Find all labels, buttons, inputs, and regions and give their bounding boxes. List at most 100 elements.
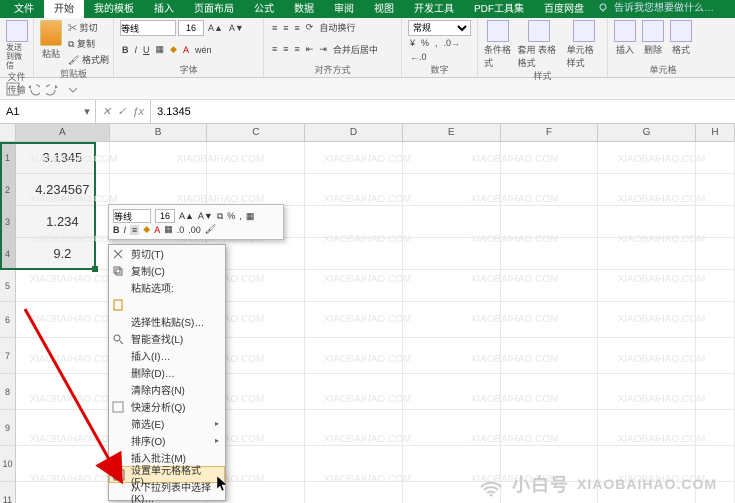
row-header[interactable]: 6 [0,302,16,338]
align-right-button[interactable]: ≡ [293,43,302,55]
cell[interactable] [501,142,599,174]
mini-font-size[interactable] [155,209,175,223]
cell[interactable] [305,482,403,503]
tab-file[interactable]: 文件 [4,0,44,18]
cell[interactable] [598,238,696,270]
cell[interactable] [207,142,305,174]
cell[interactable] [403,142,501,174]
cell[interactable] [403,374,501,410]
qat-more-icon[interactable] [66,82,80,96]
tab-data[interactable]: 数据 [284,0,324,18]
row-header[interactable]: 5 [0,270,16,302]
col-header[interactable]: B [110,124,208,142]
cell-style-button[interactable]: 单元格样式 [567,20,601,69]
cell[interactable] [696,338,735,374]
menu-sort[interactable]: 排序(O)▸ [109,432,225,449]
cell[interactable] [305,142,403,174]
cell[interactable] [598,302,696,338]
tab-view[interactable]: 视图 [364,0,404,18]
cell[interactable] [501,338,599,374]
mini-comma[interactable]: , [239,211,242,221]
fill-handle[interactable] [92,266,98,272]
cell[interactable] [305,446,403,482]
cell[interactable] [305,174,403,206]
mini-border2[interactable]: ▦ [164,224,173,235]
cell[interactable] [16,374,110,410]
format-painter-button[interactable]: 🖌 格式刷 [66,52,111,67]
tab-mytemplates[interactable]: 我的模板 [84,0,144,18]
indent-dec-button[interactable]: ⇤ [304,43,316,56]
border-button[interactable]: ▦ [154,43,167,56]
insert-cells-button[interactable]: 插入 [614,20,636,56]
decrease-font-button[interactable]: A▼ [227,22,246,34]
cell[interactable] [598,410,696,446]
indent-inc-button[interactable]: ⇥ [317,43,329,56]
cell[interactable] [16,446,110,482]
cell[interactable] [598,270,696,302]
menu-clear[interactable]: 清除内容(N) [109,381,225,398]
wrap-text-button[interactable]: 自动换行 [317,20,357,35]
menu-delete[interactable]: 删除(D)… [109,364,225,381]
increase-font-button[interactable]: A▲ [206,22,225,34]
mini-align[interactable]: ≡ [130,225,139,235]
menu-insert[interactable]: 插入(I)… [109,347,225,364]
col-header[interactable]: G [598,124,696,142]
align-bot-button[interactable]: ≡ [293,22,302,34]
col-header[interactable]: H [696,124,735,142]
cell[interactable] [696,238,735,270]
cell[interactable] [403,302,501,338]
undo-icon[interactable] [26,82,40,96]
row-header[interactable]: 3 [0,206,16,238]
menu-paste-default[interactable] [109,296,225,313]
cell[interactable] [598,206,696,238]
row-header[interactable]: 7 [0,338,16,374]
table-format-button[interactable]: 套用 表格格式 [518,20,561,69]
tab-insert[interactable]: 插入 [144,0,184,18]
percent-button[interactable]: % [419,37,431,49]
mini-italic[interactable]: I [124,225,127,235]
cell[interactable] [305,206,403,238]
fill-color-button[interactable]: ◆ [168,43,179,56]
menu-paste-special[interactable]: 选择性粘贴(S)… [109,313,225,330]
italic-button[interactable]: I [133,44,140,56]
cell[interactable] [696,302,735,338]
align-top-button[interactable]: ≡ [270,22,279,34]
row-header[interactable]: 2 [0,174,16,206]
cell[interactable] [598,338,696,374]
align-center-button[interactable]: ≡ [281,43,290,55]
menu-copy[interactable]: 复制(C) [109,262,225,279]
cell[interactable] [305,410,403,446]
currency-button[interactable]: ¥ [408,37,417,49]
cell[interactable] [16,338,110,374]
align-mid-button[interactable]: ≡ [281,22,290,34]
name-box-input[interactable] [0,106,80,118]
name-box-dropdown[interactable]: ▾ [80,105,94,118]
mini-percent[interactable]: % [227,211,235,221]
cell[interactable] [305,338,403,374]
menu-pick-list[interactable]: 从下拉列表中选择(K)… [109,483,225,500]
mini-dec-font[interactable]: A▼ [198,211,213,221]
cell[interactable] [305,302,403,338]
cell[interactable] [696,142,735,174]
send-wechat-button[interactable]: 发送 到微信 [6,20,27,70]
mini-inc-font[interactable]: A▲ [179,211,194,221]
copy-button[interactable]: ⧉ 复制 [66,36,111,51]
cell[interactable] [403,238,501,270]
underline-button[interactable]: U [141,44,152,56]
cell[interactable] [501,410,599,446]
phonetic-button[interactable]: wén [193,44,214,56]
row-header[interactable]: 1 [0,142,16,174]
format-cells-button[interactable]: 格式 [670,20,692,56]
tab-formulas[interactable]: 公式 [244,0,284,18]
mini-dec[interactable]: .0 [177,225,185,235]
merge-center-button[interactable]: 合并后居中 [331,42,380,57]
fx-icon[interactable]: ƒx [132,106,144,118]
redo-icon[interactable] [46,82,60,96]
mini-fill-color[interactable]: ◆ [143,224,150,235]
cancel-fx-icon[interactable]: ✕ [102,105,111,118]
cell[interactable] [501,302,599,338]
name-box[interactable]: ▾ [0,100,96,123]
row-header[interactable]: 9 [0,410,16,446]
bold-button[interactable]: B [120,44,131,56]
cell[interactable] [696,410,735,446]
